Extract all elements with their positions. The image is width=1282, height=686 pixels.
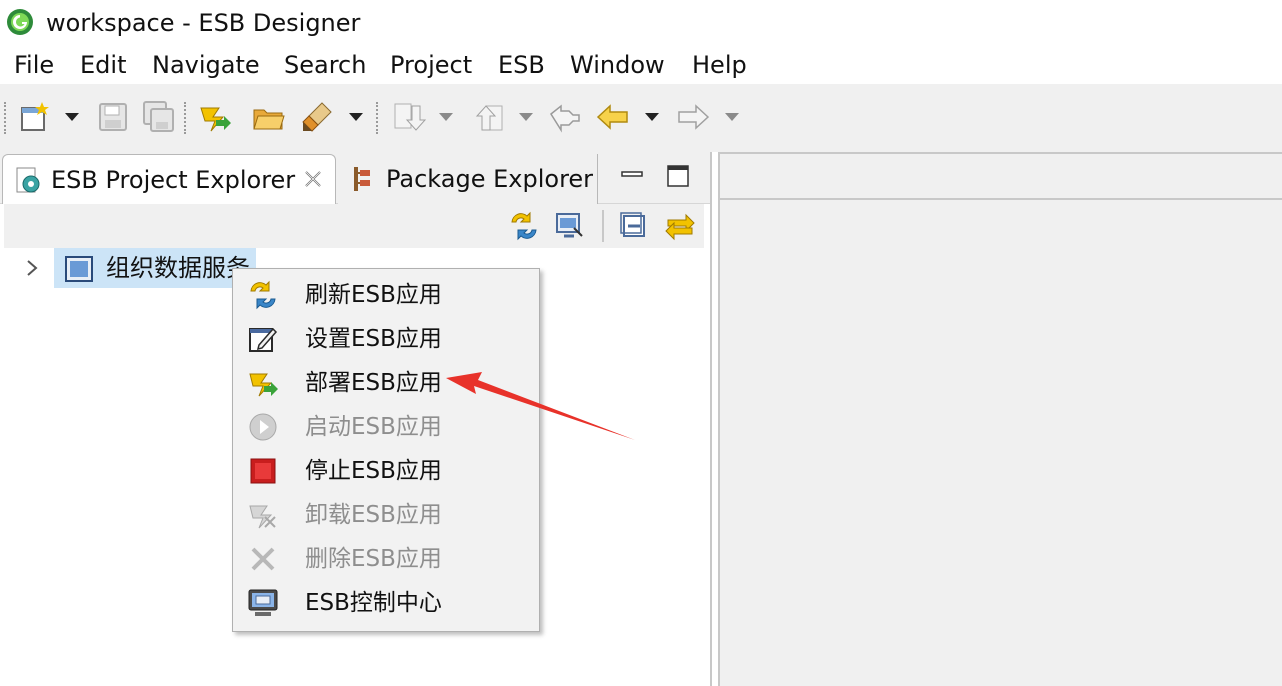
chevron-right-icon[interactable]	[22, 256, 42, 280]
deploy-icon	[249, 373, 278, 397]
menu-item-refresh-esb[interactable]: 刷新ESB应用	[233, 273, 539, 317]
download-icon[interactable]	[392, 100, 427, 134]
menu-item-settings-esb[interactable]: 设置ESB应用	[233, 317, 539, 361]
uninstall-icon	[249, 505, 276, 529]
brush-icon[interactable]	[300, 100, 334, 134]
menu-item-deploy-esb[interactable]: 部署ESB应用	[233, 361, 539, 405]
main-toolbar	[0, 84, 1282, 152]
menu-item-start-esb[interactable]: 启动ESB应用	[233, 405, 539, 449]
refresh-icon[interactable]	[508, 210, 540, 242]
forward-dropdown-icon[interactable]	[724, 110, 740, 124]
toolbar-separator	[184, 102, 186, 134]
delete-icon	[251, 547, 275, 571]
menu-search[interactable]: Search	[284, 50, 366, 80]
menu-item-stop-esb[interactable]: 停止ESB应用	[233, 449, 539, 493]
link-with-editor-icon[interactable]	[664, 210, 696, 242]
menu-window[interactable]: Window	[570, 50, 665, 80]
menu-item-delete-esb[interactable]: 删除ESB应用	[233, 537, 539, 581]
menu-navigate[interactable]: Navigate	[152, 50, 260, 80]
app-logo-icon	[7, 9, 33, 35]
maximize-icon[interactable]	[664, 162, 692, 190]
download-dropdown-icon[interactable]	[438, 110, 454, 124]
menu-item-label: 设置ESB应用	[305, 326, 442, 352]
new-icon[interactable]	[18, 100, 52, 134]
menu-edit[interactable]: Edit	[80, 50, 126, 80]
toolbar-separator	[602, 210, 604, 242]
tab-label: Package Explorer	[386, 165, 594, 193]
tab-esb-project-explorer[interactable]: ESB Project Explorer	[2, 154, 336, 204]
monitor-edit-icon[interactable]	[554, 210, 586, 242]
menu-esb[interactable]: ESB	[498, 50, 545, 80]
new-dropdown-icon[interactable]	[64, 110, 80, 124]
menu-item-label: 停止ESB应用	[305, 458, 442, 484]
esb-explorer-icon	[16, 167, 40, 192]
forward-arrow-icon[interactable]	[676, 100, 710, 134]
start-icon	[249, 413, 277, 441]
toolbar-separator	[376, 102, 378, 134]
upload-icon[interactable]	[472, 100, 506, 134]
editor-area	[718, 152, 1282, 686]
menu-item-label: 部署ESB应用	[305, 370, 442, 396]
open-folder-icon[interactable]	[252, 100, 286, 134]
back-dropdown-icon[interactable]	[644, 110, 660, 124]
toolbar-separator	[4, 102, 6, 134]
deploy-icon[interactable]	[198, 100, 232, 134]
package-explorer-icon	[354, 167, 370, 191]
title-bar: workspace - ESB Designer	[0, 0, 1282, 46]
esb-app-icon	[65, 256, 93, 282]
refresh-icon	[250, 280, 276, 310]
view-toolbar	[4, 204, 704, 248]
close-icon[interactable]	[301, 167, 325, 191]
tab-package-explorer[interactable]: Package Explorer	[338, 154, 598, 204]
minimize-icon[interactable]	[618, 162, 646, 190]
back-history-icon[interactable]	[548, 100, 582, 134]
save-all-icon[interactable]	[142, 100, 176, 134]
menu-item-label: 卸载ESB应用	[305, 502, 442, 528]
brush-dropdown-icon[interactable]	[348, 110, 364, 124]
upload-dropdown-icon[interactable]	[518, 110, 534, 124]
settings-edit-icon	[249, 327, 278, 352]
menu-item-label: 删除ESB应用	[305, 546, 442, 572]
editor-header	[720, 154, 1282, 200]
menu-help[interactable]: Help	[692, 50, 747, 80]
tree-item-label: 组织数据服务	[106, 254, 250, 282]
context-menu: 刷新ESB应用 设置ESB应用 部署ESB应用 启动ESB应用 停止ESB应用	[232, 268, 540, 632]
window-title: workspace - ESB Designer	[46, 9, 361, 37]
back-arrow-icon[interactable]	[596, 100, 630, 134]
menu-bar: File Edit Navigate Search Project ESB Wi…	[0, 46, 1282, 84]
menu-item-label: 启动ESB应用	[305, 414, 442, 440]
tab-label: ESB Project Explorer	[51, 165, 296, 194]
stop-icon	[250, 458, 276, 484]
menu-item-uninstall-esb[interactable]: 卸载ESB应用	[233, 493, 539, 537]
save-icon[interactable]	[96, 100, 130, 134]
menu-item-label: 刷新ESB应用	[305, 282, 442, 308]
menu-item-label: ESB控制中心	[305, 590, 442, 616]
menu-item-esb-console[interactable]: ESB控制中心	[233, 581, 539, 625]
menu-project[interactable]: Project	[390, 50, 472, 80]
collapse-all-icon[interactable]	[618, 210, 650, 242]
console-icon	[248, 589, 278, 616]
view-tabstrip: ESB Project Explorer Package Explorer	[0, 152, 710, 204]
menu-file[interactable]: File	[14, 50, 54, 80]
